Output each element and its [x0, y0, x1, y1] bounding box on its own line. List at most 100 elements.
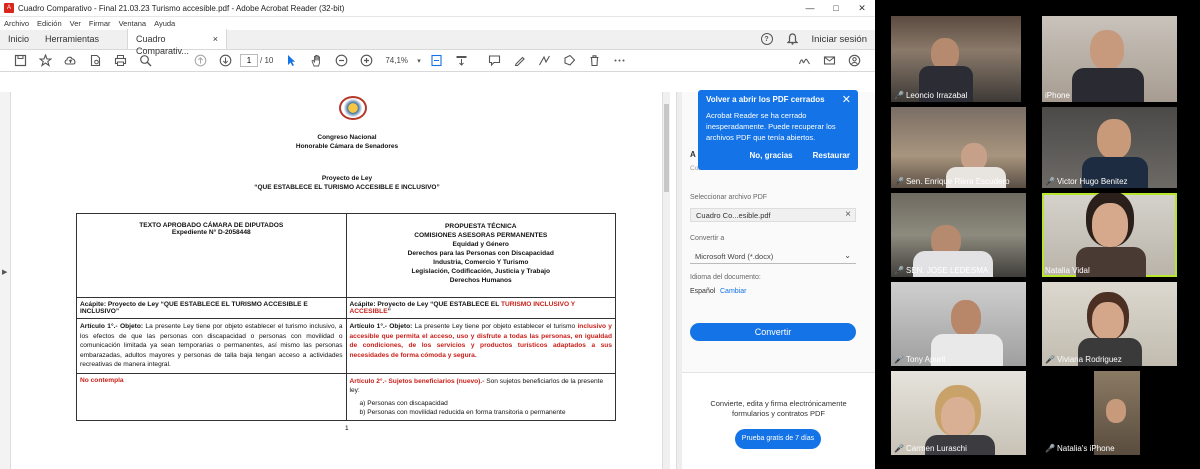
mail-icon[interactable]: [817, 51, 842, 71]
acrobat-logo-icon: A: [4, 3, 14, 13]
participant-tile[interactable]: 🎤 Tony Apuril: [891, 282, 1026, 366]
fit-page-icon[interactable]: [424, 51, 449, 71]
participant-tile[interactable]: 🎤 Leoncio Irrazabal: [891, 16, 1021, 102]
header-right-line: COMISIONES ASESORAS PERMANENTES: [414, 232, 548, 239]
participant-name: 🎤 Leoncio Irrazabal: [894, 91, 968, 100]
close-window-button[interactable]: ✕: [849, 3, 875, 14]
highlight-pen-icon[interactable]: [507, 51, 532, 71]
menu-ver[interactable]: Ver: [70, 19, 81, 28]
document-search-icon[interactable]: [83, 51, 108, 71]
zoom-out-icon[interactable]: [329, 51, 354, 71]
maximize-button[interactable]: □: [823, 3, 849, 14]
document-scrollbar[interactable]: [662, 92, 670, 469]
menu-archivo[interactable]: Archivo: [4, 19, 29, 28]
tab-bar: Inicio Herramientas Cuadro Comparativ...…: [0, 29, 875, 56]
format-select[interactable]: Microsoft Word (*.docx) ⌄: [690, 249, 856, 264]
print-icon[interactable]: [108, 51, 133, 71]
comment-icon[interactable]: [482, 51, 507, 71]
clear-file-icon[interactable]: ×: [845, 209, 851, 220]
save-icon[interactable]: [8, 51, 33, 71]
participant-tile[interactable]: 🎤 SEN. JOSE LEDESMA: [891, 193, 1026, 277]
pdf-page: Congreso Nacional Honorable Cámara de Se…: [17, 92, 667, 469]
bill-title: “QUE ESTABLECE EL TURISMO ACCESIBLE E IN…: [254, 184, 440, 191]
select-cursor-icon[interactable]: [279, 51, 304, 71]
document-view[interactable]: Congreso Nacional Honorable Cámara de Se…: [11, 92, 667, 469]
selected-file-field[interactable]: Cuadro Co...esible.pdf ×: [690, 208, 856, 222]
participant-name: 🎤 Natalia's iPhone: [1045, 444, 1115, 453]
zoom-level-dropdown[interactable]: 74,1%: [379, 56, 414, 65]
tab-document[interactable]: Cuadro Comparativ... ×: [127, 29, 228, 56]
star-icon[interactable]: [33, 51, 58, 71]
promo-section: Convierte, edita y firma electrónicament…: [682, 372, 875, 469]
header-right-line: Equidad y Género: [452, 241, 509, 248]
tab-close-icon[interactable]: ×: [213, 33, 218, 45]
tab-inicio[interactable]: Inicio: [0, 29, 37, 49]
participant-tile-active-speaker[interactable]: Natalia Vidal: [1042, 193, 1177, 277]
header-right-line: Derechos para las Personas con Discapaci…: [407, 250, 554, 257]
participant-name: 🎤 SEN. JOSE LEDESMA: [894, 266, 989, 275]
close-icon[interactable]: ✕: [842, 93, 851, 106]
row3-list-item: a) Personas con discapacidad: [359, 399, 448, 407]
page-number-input[interactable]: 1: [240, 54, 258, 67]
cloud-upload-icon[interactable]: [58, 51, 83, 71]
row2-left-label: Artículo 1°.- Objeto:: [80, 323, 144, 330]
convert-button[interactable]: Convertir: [690, 323, 856, 341]
participant-name: 🎤 Tony Apuril: [894, 355, 946, 364]
chevron-down-icon[interactable]: ▾: [414, 51, 424, 71]
participant-body: [1072, 68, 1144, 102]
change-language-link[interactable]: Cambiar: [720, 288, 746, 295]
tab-herramientas[interactable]: Herramientas: [37, 29, 107, 49]
draw-icon[interactable]: [532, 51, 557, 71]
zoom-in-icon[interactable]: [354, 51, 379, 71]
muted-mic-icon: 🎤: [894, 266, 904, 275]
user-share-icon[interactable]: [842, 51, 867, 71]
muted-mic-icon: 🎤: [894, 91, 904, 100]
participant-tile[interactable]: 🎤 Viviana Rodriguez: [1042, 282, 1177, 366]
help-icon[interactable]: ?: [760, 33, 773, 45]
page-total: / 10: [260, 56, 274, 65]
row2-right-text: La presente Ley tiene por objeto estable…: [412, 323, 578, 330]
menu-ventana[interactable]: Ventana: [119, 19, 147, 28]
menu-edicion[interactable]: Edición: [37, 19, 62, 28]
participant-name: 🎤 Victor Hugo Benitez: [1045, 177, 1128, 186]
row1-right-cell: Acápite: Proyecto de Ley “QUE ESTABLECE …: [345, 297, 616, 319]
panel-heading: A: [690, 150, 696, 159]
participant-tile[interactable]: 🎤 Sen. Enrique Riera Escudero: [891, 107, 1026, 188]
table-row: No contempla Artículo 2°.- Sujetos benef…: [76, 372, 616, 421]
sign-icon[interactable]: [792, 51, 817, 71]
minimize-button[interactable]: —: [797, 3, 823, 14]
video-gallery: 🎤 Leoncio Irrazabal iPhone 🎤 Sen. Enrique …: [875, 0, 1200, 469]
sign-in-button[interactable]: Iniciar sesión: [812, 34, 867, 45]
header-left-title: TEXTO APROBADO CÁMARA DE DIPUTADOS: [139, 222, 284, 229]
header-left-file: Expediente N° D-2058448: [171, 229, 251, 236]
left-pane-toggle[interactable]: ▶: [0, 92, 11, 469]
participant-tile[interactable]: 🎤 Victor Hugo Benitez: [1042, 107, 1177, 188]
participant-tile[interactable]: iPhone: [1042, 16, 1177, 102]
stamp-icon[interactable]: [557, 51, 582, 71]
participant-tile[interactable]: 🎤 Natalia's iPhone: [1042, 371, 1177, 455]
participant-face: [1097, 119, 1131, 159]
hand-tool-icon[interactable]: [304, 51, 329, 71]
menu-ayuda[interactable]: Ayuda: [154, 19, 175, 28]
scrollbar-thumb[interactable]: [664, 104, 669, 192]
participant-tile[interactable]: 🎤 Carmen Luraschi: [891, 371, 1026, 455]
trash-icon[interactable]: [582, 51, 607, 71]
format-select-value: Microsoft Word (*.docx): [695, 252, 774, 261]
no-thanks-button[interactable]: No, gracias: [750, 151, 793, 160]
scroll-mode-icon[interactable]: [449, 51, 474, 71]
menu-firmar[interactable]: Firmar: [89, 19, 111, 28]
free-trial-button[interactable]: Prueba gratis de 7 días: [735, 429, 821, 449]
more-tools-icon[interactable]: [607, 51, 632, 71]
reopen-pdfs-notification: ✕ Volver a abrir los PDF cerrados Acroba…: [698, 90, 858, 170]
promo-text: Convierte, edita y firma electrónicament…: [710, 399, 847, 418]
header-right-line: Industria, Comercio Y Turismo: [433, 259, 529, 266]
muted-mic-icon: 🎤: [894, 355, 904, 364]
restore-button[interactable]: Restaurar: [813, 151, 850, 160]
table-row: Artículo 1°.- Objeto: La presente Ley ti…: [76, 318, 616, 374]
chevron-right-icon[interactable]: ▶: [2, 268, 7, 276]
language-label: Idioma del documento:: [690, 274, 761, 281]
next-page-icon[interactable]: [213, 51, 238, 71]
bell-icon[interactable]: [786, 33, 798, 45]
previous-page-icon[interactable]: [188, 51, 213, 71]
comparison-table: TEXTO APROBADO CÁMARA DE DIPUTADOS Exped…: [76, 213, 616, 421]
